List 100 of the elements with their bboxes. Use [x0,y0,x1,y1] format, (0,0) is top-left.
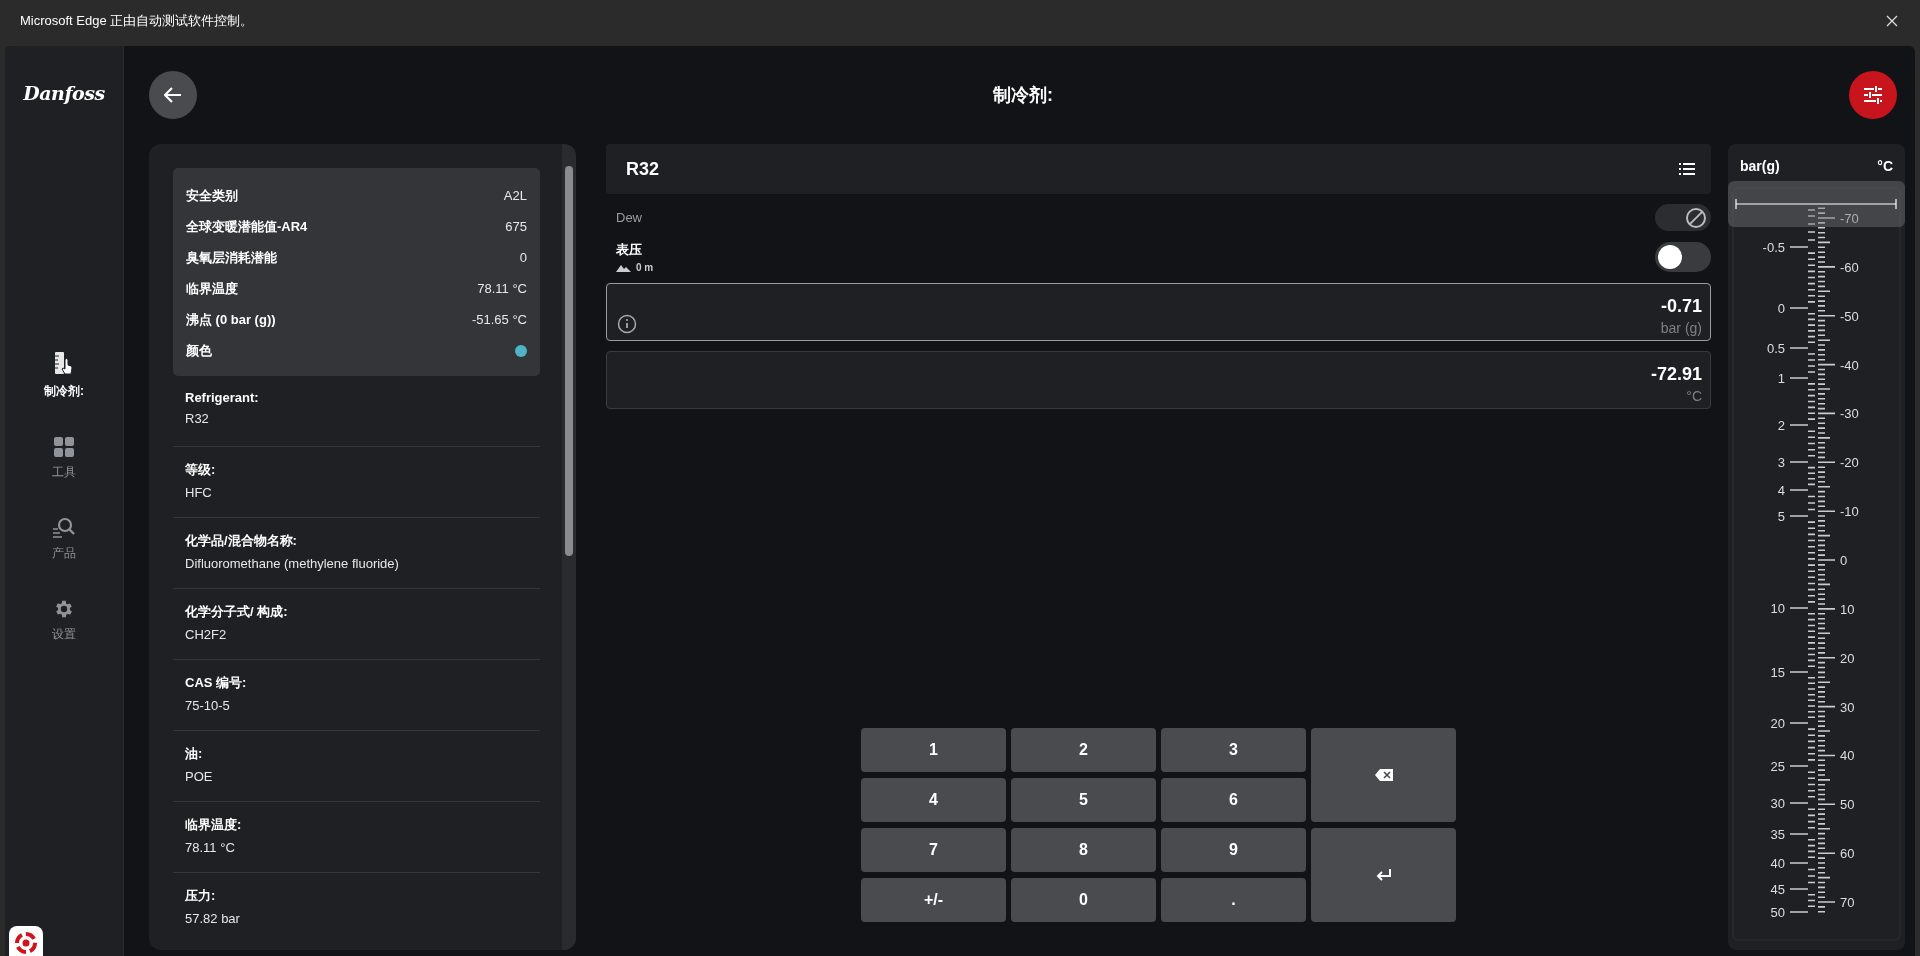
keypad-key[interactable]: 2 [1011,728,1156,772]
scale-label: -50 [1840,308,1859,324]
detail-value: CH2F2 [185,627,228,642]
gauge-toggle[interactable] [1655,242,1711,272]
scale-label: 20 [1770,716,1785,731]
nav-item[interactable]: 工具 [44,434,84,483]
property-value: A2L [503,188,527,203]
scale-label: -30 [1840,406,1859,422]
banner-message: Microsoft Edge 正由自动测试软件控制。 [19,12,255,30]
keypad-key[interactable]: 5 [1011,778,1156,822]
property-label: 安全类别 [186,186,238,205]
scale-label: -0.5 [1762,240,1785,255]
scale-label: 10 [1770,601,1785,616]
settings-icon [53,598,75,620]
property-label: 沸点 (0 bar (g)) [186,310,276,329]
detail-value: POE [185,769,214,784]
detail-value: 75-10-5 [185,698,231,713]
scale-label: 40 [1840,748,1855,764]
scale-label: 50 [1770,905,1785,920]
keypad-key[interactable]: . [1161,878,1306,922]
scale-label: -60 [1840,259,1859,275]
keypad-key[interactable]: 3 [1161,728,1306,772]
detail-label: 油: [185,745,204,763]
scale-label: 0.5 [1766,341,1785,356]
ruler-hand-icon [53,351,75,377]
scale-label: 60 [1840,846,1855,862]
property-label: 全球变暖潜能值-AR4 [186,217,308,236]
scale-label: 4 [1777,483,1785,498]
keypad-key[interactable]: 1 [861,728,1006,772]
keypad-key[interactable]: 8 [1011,828,1156,872]
scale-label: 15 [1770,665,1785,680]
scale-label: 50 [1840,797,1855,813]
keypad-key[interactable]: 9 [1161,828,1306,872]
keypad-key[interactable]: +/- [861,878,1006,922]
detail-label: 临界温度: [185,816,243,834]
property-value: 0 [519,250,527,265]
property-label: 臭氧层消耗潜能 [186,248,277,267]
property-value: 675 [505,219,527,234]
scale-label: 40 [1770,856,1785,871]
scale-label: 2 [1777,418,1785,433]
scale-label: 1 [1777,371,1785,386]
nav-item[interactable]: 制冷剂: [36,349,92,402]
app-badge-icon[interactable] [9,926,43,956]
scale-label: 5 [1777,509,1785,524]
mountain-icon [616,263,632,272]
property-label: 颜色 [186,341,212,360]
scale-label: 10 [1840,601,1855,617]
detail-value: 78.11 °C [185,840,236,855]
dew-label: Dew [616,210,642,225]
scale-cursor[interactable] [1728,181,1905,227]
property-value: 78.11 °C [477,281,527,296]
scale-label: 3 [1777,455,1785,470]
value-field[interactable]: -72.91 °C [606,351,1711,409]
scale-label: -20 [1840,455,1859,471]
sliders-icon [1863,86,1883,104]
scale-label: 35 [1770,827,1785,842]
reading-value: -72.91 [1650,364,1702,385]
keypad-key[interactable]: 7 [861,828,1006,872]
brand-logo: Danfoss [23,82,105,104]
keypad-key[interactable]: 6 [1161,778,1306,822]
backspace-icon [1374,769,1393,781]
nav-item[interactable]: 设置 [44,596,84,645]
search-icon [52,517,76,539]
info-icon[interactable] [617,314,637,334]
list-icon[interactable] [1679,163,1695,175]
back-arrow-icon [164,87,182,103]
detail-value: HFC [185,485,213,500]
scale-label: -10 [1840,504,1859,520]
page-title: 制冷剂: [993,84,1053,107]
detail-label: CAS 编号: [185,674,248,692]
scrollbar-thumb[interactable] [565,166,573,556]
temperature-unit: °C [1877,158,1893,174]
scale-label: 25 [1770,759,1785,774]
scale-label: -70 [1840,211,1859,226]
detail-label: 化学品/混合物名称: [185,532,298,550]
back-button[interactable] [149,71,197,119]
reading-value: -0.71 [1660,296,1702,317]
scale-label: -40 [1840,357,1859,373]
scale-label: 45 [1770,882,1785,897]
scale-label: 0 [1777,301,1785,316]
enter-icon [1375,869,1392,881]
nav-item[interactable]: 产品 [44,515,84,564]
gauge-label: 表压 [616,241,643,259]
close-icon[interactable] [1886,15,1898,27]
detail-value: 57.82 bar [185,911,241,926]
keypad-key[interactable]: 4 [861,778,1006,822]
pressure-unit: bar(g) [1740,158,1780,174]
detail-label: Refrigerant: [185,390,260,405]
scrollbar[interactable] [562,144,576,950]
detail-label: 压力: [185,887,217,905]
altitude-value: 0 m [636,262,654,273]
reading-unit: °C [1686,388,1702,404]
detail-value: R32 [185,411,210,426]
refrigerant-select[interactable]: R32 [606,144,1711,194]
filter-button[interactable] [1849,71,1897,119]
scale-label: 30 [1770,796,1785,811]
reading-unit: bar (g) [1660,320,1702,336]
keypad-key[interactable]: 0 [1011,878,1156,922]
property-label: 临界温度 [186,279,238,298]
value-field[interactable]: -0.71 bar (g) [606,283,1711,341]
